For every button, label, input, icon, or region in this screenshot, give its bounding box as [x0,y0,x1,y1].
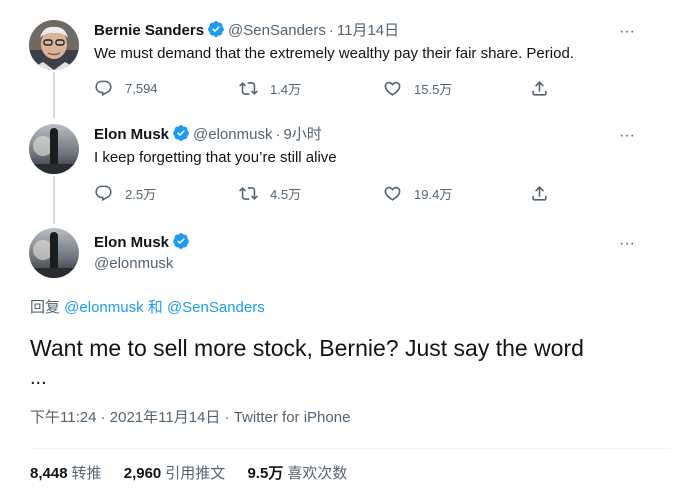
reply-icon [95,80,112,96]
separator-dot: · [328,22,334,39]
main-author-handle[interactable]: @elonmusk [94,254,173,274]
main-tweet-body: Want me to sell more stock, Bernie? Just… [30,335,584,361]
like-count: 15.5万 [414,81,453,97]
tweet-1-actions: 7,594 1.4万 15.5万 [94,77,564,99]
verified-badge-icon [207,20,225,44]
reply-join: 和 [143,299,167,316]
tweet-stats: 8,448 转推 2,960 引用推文 9.5万 喜欢次数 [30,464,365,484]
stat-quotes[interactable]: 2,960 引用推文 [124,465,226,482]
author-handle[interactable]: @SenSanders [228,22,326,39]
like-count: 19.4万 [414,186,453,202]
reply-mention-elonmusk[interactable]: @elonmusk [64,299,143,316]
share-icon [532,185,547,201]
avatar-elon[interactable] [29,124,79,174]
retweet-button[interactable]: 4.5万 [239,182,301,204]
stat-retweets[interactable]: 8,448 转推 [30,465,102,482]
reply-button[interactable]: 7,594 [94,77,158,99]
reply-count: 2.5万 [125,186,157,202]
main-tweet-ellipsis: ... [30,367,47,389]
tweet-2-text: I keep forgetting that you’re still aliv… [94,149,337,166]
stat-label: 喜欢次数 [287,465,348,482]
like-button[interactable]: 19.4万 [383,182,452,204]
heart-icon [384,186,401,201]
reply-prefix: 回复 [30,299,65,316]
retweet-icon [239,81,258,95]
divider [30,448,670,449]
author-name[interactable]: Elon Musk [94,234,169,251]
verified-badge-icon [172,232,190,256]
stat-likes[interactable]: 9.5万 喜欢次数 [247,465,347,482]
share-button[interactable] [530,77,561,99]
avatar-elon-main[interactable] [29,228,79,278]
tweet-1-header: Bernie Sanders @SenSanders · 11月14日 [94,20,399,44]
tweet-timestamp[interactable]: 下午11:24 · 2021年11月14日 · Twitter for iPho… [30,408,350,428]
main-author-name[interactable]: Elon Musk [94,232,193,256]
more-options-icon[interactable]: ··· [617,24,637,46]
reply-icon [95,185,112,201]
tweet-2-actions: 2.5万 4.5万 19.4万 [94,182,564,204]
verified-badge-icon [172,124,190,148]
tweet-2-header: Elon Musk @elonmusk · 9小时 [94,124,322,148]
retweet-button[interactable]: 1.4万 [239,77,301,99]
tweet-time[interactable]: 11月14日 [337,22,399,39]
author-name[interactable]: Bernie Sanders [94,22,204,39]
author-handle[interactable]: @elonmusk [193,126,272,143]
retweet-count: 1.4万 [270,81,302,97]
separator-dot: · [275,126,281,143]
stat-label: 转推 [71,465,102,482]
like-button[interactable]: 15.5万 [383,77,452,99]
stat-label: 引用推文 [165,465,226,482]
author-name[interactable]: Elon Musk [94,126,169,143]
retweet-icon [239,186,258,200]
stat-value: 9.5万 [247,465,284,482]
reply-button[interactable]: 2.5万 [94,182,156,204]
share-button[interactable] [530,182,561,204]
thread-line-2 [53,176,55,224]
thread-line-1 [53,72,55,118]
more-options-icon[interactable]: ··· [617,236,637,258]
replying-to: 回复 @elonmusk 和 @SenSanders [30,298,265,318]
stat-value: 8,448 [30,465,68,482]
avatar-bernie[interactable] [29,20,79,70]
tweet-time[interactable]: 9小时 [283,126,321,143]
heart-icon [384,81,401,96]
more-options-icon[interactable]: ··· [617,128,637,150]
reply-count: 7,594 [125,80,158,96]
stat-value: 2,960 [123,465,162,482]
share-icon [532,80,547,96]
tweet-1-text: We must demand that the extremely wealth… [94,45,574,62]
reply-mention-sensanders[interactable]: @SenSanders [167,299,265,316]
retweet-count: 4.5万 [270,186,302,202]
main-tweet-text: Want me to sell more stock, Bernie? Just… [30,332,670,390]
